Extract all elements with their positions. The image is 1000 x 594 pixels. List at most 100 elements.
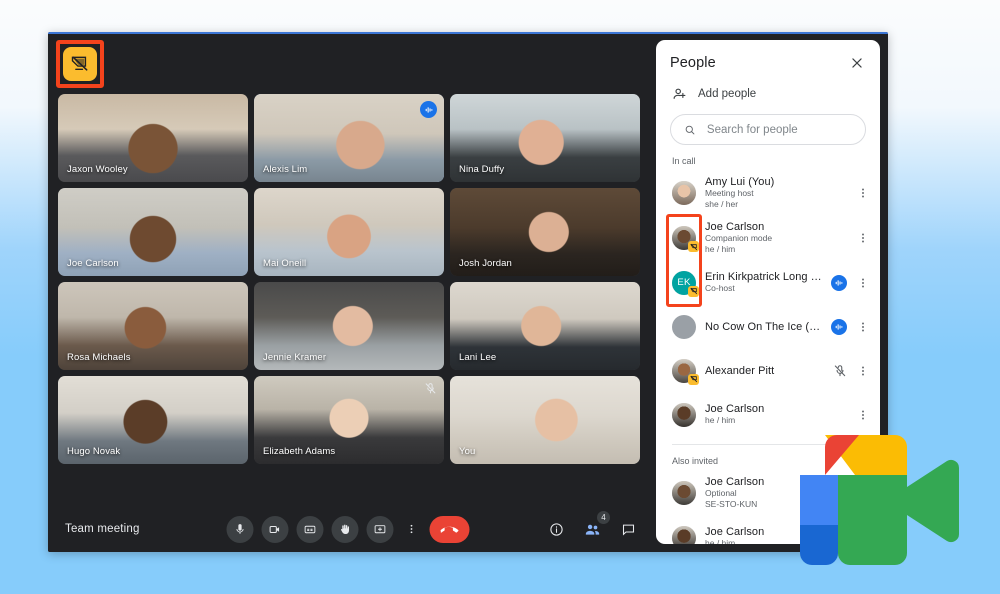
participant-name: Amy Lui (You) <box>705 176 775 188</box>
participant-row[interactable]: Alexander Pitt <box>656 349 880 393</box>
participant-tile[interactable]: Jaxon Wooley <box>58 94 248 182</box>
camera-icon <box>269 525 280 533</box>
participant-name-label: Joe Carlson <box>67 258 119 269</box>
participant-name-label: You <box>459 446 476 457</box>
participant-name: Alexander Pitt <box>705 364 775 377</box>
more-vertical-icon <box>410 524 413 534</box>
participant-tile-grid: Jaxon Wooley Alexis Lim Nina Duffy Joe Carl… <box>58 94 640 464</box>
meeting-title: Team meeting <box>65 523 140 535</box>
search-input[interactable] <box>704 122 852 137</box>
participant-tile[interactable]: Hugo Novak <box>58 376 248 464</box>
participant-info: Joe Carlson he / him <box>705 403 847 426</box>
muted-mic-icon <box>833 364 847 378</box>
participant-tile[interactable]: Josh Jordan <box>450 188 640 276</box>
present-icon <box>374 524 386 533</box>
participant-subtitle: Meeting host <box>705 188 754 198</box>
participant-options-button[interactable] <box>856 232 870 244</box>
video-stage: Jaxon Wooley Alexis Lim Nina Duffy Joe Carl… <box>48 32 648 552</box>
avatar <box>672 358 699 385</box>
page-title: People <box>670 55 716 71</box>
more-vertical-icon <box>862 366 864 376</box>
participant-options-button[interactable] <box>856 409 870 421</box>
people-count-badge: 4 <box>597 511 610 524</box>
hand-icon <box>341 524 350 534</box>
meeting-details-button[interactable] <box>546 519 566 539</box>
logo-green-body <box>838 475 907 565</box>
participant-tile[interactable]: Elizabeth Adams <box>254 376 444 464</box>
leave-call-button[interactable] <box>429 515 470 543</box>
show-everyone-button[interactable]: 4 <box>582 511 610 539</box>
more-options-button[interactable] <box>402 516 422 543</box>
captions-button[interactable] <box>296 515 324 543</box>
participant-name: Joe Carlson <box>705 220 765 233</box>
participant-name-label: Elizabeth Adams <box>263 446 336 457</box>
participant-row[interactable]: Amy Lui (You) Meeting host she / her <box>656 171 880 216</box>
speaking-indicator <box>831 318 847 335</box>
avatar-photo <box>672 481 696 506</box>
participant-options-button[interactable] <box>856 321 870 333</box>
participant-row[interactable]: EK Erin Kirkpatrick Long nam...Co-host <box>656 261 880 305</box>
add-people-button[interactable]: Add people <box>656 80 880 110</box>
participant-tile[interactable]: Jennie Kramer <box>254 282 444 370</box>
participant-name-label: Hugo Novak <box>67 446 121 457</box>
google-meet-window: Jaxon Wooley Alexis Lim Nina Duffy Joe Carl… <box>48 32 888 552</box>
participant-tile[interactable]: Alexis Lim <box>254 94 444 182</box>
participant-options-button[interactable] <box>856 187 870 199</box>
participant-name-label: Nina Duffy <box>459 164 505 175</box>
companion-mode-indicator[interactable] <box>56 40 104 88</box>
microphone-button[interactable] <box>226 515 254 543</box>
participant-name: No Cow On The Ice (se-sto... <box>705 320 822 333</box>
search-icon <box>685 125 695 134</box>
participant-name-label: Alexis Lim <box>263 164 308 175</box>
participant-list: Amy Lui (You) Meeting host she / her Joe Ca… <box>656 171 880 437</box>
avatar <box>672 226 699 253</box>
microphone-icon <box>236 523 244 534</box>
primary-controls <box>226 515 470 543</box>
muted-mic-indicator <box>424 382 437 395</box>
meeting-toolbar: Team meeting 4 <box>48 506 648 552</box>
participant-name-label: Josh Jordan <box>459 258 512 269</box>
participant-row[interactable]: No Cow On The Ice (se-sto... <box>656 305 880 349</box>
participant-subtitle: Companion mode <box>705 232 773 243</box>
participant-tile[interactable]: Joe Carlson <box>58 188 248 276</box>
participant-options-button[interactable] <box>856 277 870 289</box>
people-panel-header: People <box>656 40 880 80</box>
search-people-box[interactable] <box>670 114 866 145</box>
avatar <box>672 314 696 339</box>
more-vertical-icon <box>862 410 864 420</box>
avatar <box>672 481 696 506</box>
participant-tile[interactable]: Lani Lee <box>450 282 640 370</box>
logo-green-lens <box>907 459 960 543</box>
avatar-photo <box>672 181 696 206</box>
participant-name-label: Jaxon Wooley <box>67 164 128 175</box>
info-icon <box>549 522 563 536</box>
avatar <box>672 181 696 206</box>
participant-tile[interactable]: You <box>450 376 640 464</box>
participant-tile[interactable]: Rosa Michaels <box>58 282 248 370</box>
avatar: EK <box>672 270 699 297</box>
chat-button[interactable] <box>618 519 638 539</box>
add-person-icon <box>673 88 686 99</box>
end-call-icon <box>440 526 459 533</box>
present-now-button[interactable] <box>366 515 394 543</box>
participant-info: Joe Carlson Companion mode he / him <box>705 221 847 256</box>
participant-tile[interactable]: Nina Duffy <box>450 94 640 182</box>
close-panel-button[interactable] <box>848 54 866 72</box>
participant-row[interactable]: Joe Carlson Companion mode he / him <box>656 216 880 261</box>
chat-icon <box>622 524 634 535</box>
section-label: In call <box>672 156 696 166</box>
participant-name: Erin Kirkpatrick Long nam... <box>705 271 822 284</box>
raise-hand-button[interactable] <box>331 515 359 543</box>
participant-info: Amy Lui (You) Meeting host she / her <box>705 176 847 211</box>
camera-button[interactable] <box>261 515 289 543</box>
add-people-label: Add people <box>698 88 757 100</box>
participant-tile[interactable]: Mai Oneill <box>254 188 444 276</box>
participant-name-label: Jennie Kramer <box>263 352 327 363</box>
participant-options-button[interactable] <box>856 365 870 377</box>
speaking-indicator <box>831 274 847 291</box>
participant-info: No Cow On The Ice (se-sto... <box>705 321 822 333</box>
audio-bars-icon <box>425 106 432 113</box>
avatar-photo <box>672 525 696 544</box>
participant-subtitle: Co-host <box>705 283 735 294</box>
present-off-icon <box>63 47 97 81</box>
